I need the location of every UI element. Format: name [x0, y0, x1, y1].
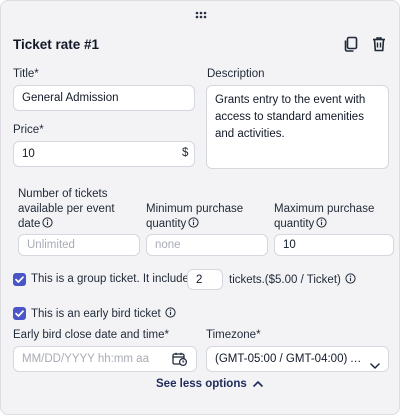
group-price-label: tickets.($5.00 / Ticket): [229, 274, 341, 286]
early-bird-label: This is an early bird ticket: [31, 308, 161, 320]
info-icon[interactable]: [188, 217, 199, 228]
ticket-rate-heading: Ticket rate #1: [13, 37, 100, 52]
tickets-per-date-label-text: Number of tickets available per event da…: [18, 188, 115, 230]
tickets-per-date-label: Number of tickets available per event da…: [18, 187, 138, 232]
group-price-text: tickets.($5.00 / Ticket): [229, 273, 356, 286]
timezone-label: Timezone*: [206, 329, 261, 341]
currency-symbol: $: [182, 147, 189, 159]
trash-icon[interactable]: [370, 35, 388, 53]
group-ticket-checkbox[interactable]: [13, 273, 26, 286]
price-label: Price*: [13, 124, 44, 136]
info-icon[interactable]: [316, 217, 327, 228]
chevron-up-icon: [252, 378, 263, 390]
min-quantity-input[interactable]: [146, 234, 268, 256]
max-quantity-input[interactable]: [274, 234, 394, 256]
early-bird-checkbox[interactable]: [13, 307, 26, 320]
group-count-input[interactable]: [187, 269, 223, 290]
description-label: Description: [207, 68, 265, 80]
min-quantity-label: Minimum purchase quantity: [146, 202, 264, 232]
early-bird-text: This is an early bird ticket: [31, 307, 176, 320]
early-bird-close-label: Early bird close date and time*: [13, 329, 169, 341]
see-less-options-button[interactable]: See less options: [156, 378, 263, 390]
timezone-value: (GMT-05:00 / GMT-04:00) America/New_York: [215, 353, 363, 365]
description-textarea[interactable]: Grants entry to the event with access to…: [206, 85, 389, 169]
drag-handle-icon[interactable]: [195, 11, 207, 19]
chevron-down-icon: [370, 355, 380, 369]
max-quantity-label: Maximum purchase quantity: [274, 202, 392, 232]
duplicate-icon[interactable]: [342, 35, 360, 53]
info-icon[interactable]: [165, 307, 176, 318]
title-label: Title*: [13, 68, 39, 80]
early-bird-close-input[interactable]: [13, 346, 197, 372]
title-input[interactable]: [13, 85, 195, 111]
timezone-select[interactable]: (GMT-05:00 / GMT-04:00) America/New_York: [206, 346, 389, 372]
calendar-icon[interactable]: [172, 352, 188, 367]
tickets-per-date-input[interactable]: [18, 234, 140, 256]
see-less-options-label: See less options: [156, 378, 247, 390]
price-input[interactable]: [13, 141, 195, 167]
info-icon[interactable]: [345, 273, 356, 284]
info-icon[interactable]: [42, 217, 53, 228]
group-ticket-label: This is a group ticket. It includes: [31, 273, 195, 285]
ticket-rate-card: Ticket rate #1 Title* Description Grants…: [0, 0, 400, 415]
